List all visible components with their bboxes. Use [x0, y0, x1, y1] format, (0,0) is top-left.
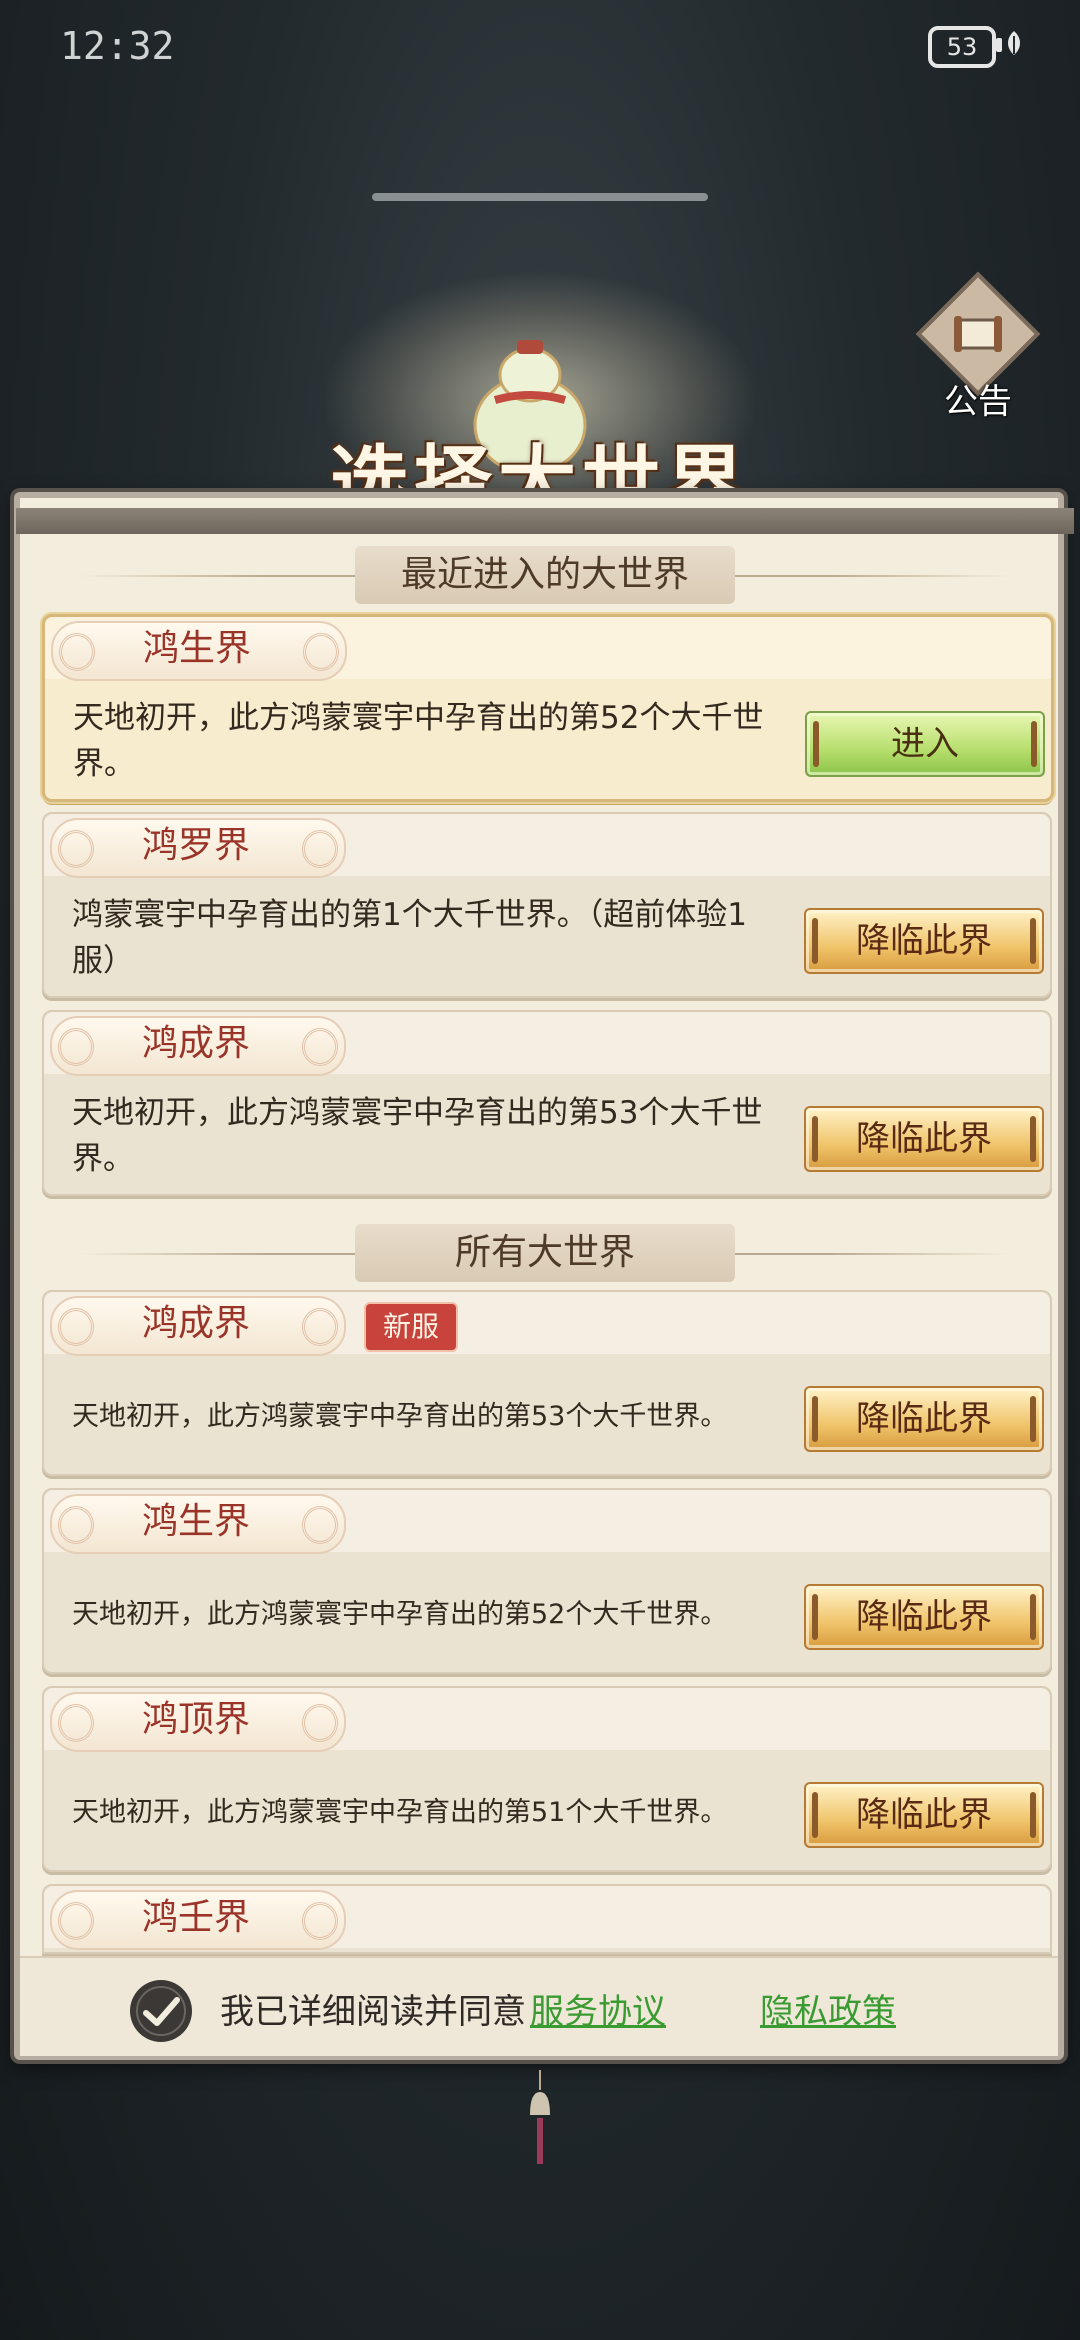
battery-tip	[996, 38, 1002, 52]
battery-icon: 53	[928, 26, 996, 68]
bell-ornament-icon	[530, 2070, 550, 2164]
status-time: 12:32	[60, 24, 175, 68]
agreement-bar: 我已详细阅读并同意 服务协议 隐私政策	[20, 1956, 1058, 2056]
enter-button[interactable]: 进入	[805, 711, 1045, 777]
leaf-icon	[1008, 31, 1020, 55]
world-card-all-3[interactable]: 鸿顶界 天地初开，此方鸿蒙寰宇中孕育出的第51个大千世界。 降临此界	[42, 1686, 1052, 1872]
privacy-policy-link[interactable]: 隐私政策	[760, 1984, 896, 2033]
pull-handle[interactable]	[372, 193, 708, 201]
descend-button[interactable]: 降临此界	[804, 1584, 1044, 1650]
recent-section-title: 最近进入的大世界	[400, 554, 689, 595]
new-server-badge: 新服	[364, 1302, 458, 1352]
world-name: 鸿成界	[141, 1303, 250, 1344]
notice-button[interactable]: 公告	[915, 271, 1041, 422]
agreement-text: 我已详细阅读并同意	[220, 1992, 526, 2032]
world-name: 鸿壬界	[141, 1897, 250, 1938]
world-card-recent-1[interactable]: 鸿生界 天地初开，此方鸿蒙寰宇中孕育出的第52个大千世界。 进入	[42, 614, 1054, 802]
descend-button[interactable]: 降临此界	[804, 1386, 1044, 1452]
world-name: 鸿生界	[141, 1501, 250, 1542]
world-desc: 天地初开，此方鸿蒙寰宇中孕育出的第53个大千世界。	[72, 1095, 763, 1177]
scroll-icon	[954, 316, 1002, 352]
world-desc: 天地初开，此方鸿蒙寰宇中孕育出的第53个大千世界。	[72, 1401, 728, 1432]
descend-button[interactable]: 降临此界	[804, 1106, 1044, 1172]
world-desc: 天地初开，此方鸿蒙寰宇中孕育出的第52个大千世界。	[72, 1599, 728, 1630]
descend-button[interactable]: 降临此界	[804, 1782, 1044, 1848]
world-card-all-2[interactable]: 鸿生界 天地初开，此方鸿蒙寰宇中孕育出的第52个大千世界。 降临此界	[42, 1488, 1052, 1674]
world-card-all-4[interactable]: 鸿壬界	[42, 1884, 1052, 1954]
recent-section-header: 最近进入的大世界	[80, 546, 1010, 606]
world-name: 鸿罗界	[141, 825, 250, 866]
all-section-header: 所有大世界	[80, 1224, 1010, 1284]
world-desc: 天地初开，此方鸿蒙寰宇中孕育出的第52个大千世界。	[73, 700, 764, 782]
service-agreement-link[interactable]: 服务协议	[530, 1984, 666, 2033]
world-name: 鸿成界	[141, 1023, 250, 1064]
all-section-title: 所有大世界	[454, 1232, 635, 1273]
check-icon[interactable]	[130, 1980, 192, 2042]
descend-button[interactable]: 降临此界	[804, 908, 1044, 974]
world-desc: 天地初开，此方鸿蒙寰宇中孕育出的第51个大千世界。	[72, 1797, 728, 1828]
world-select-panel: 最近进入的大世界 鸿生界 天地初开，此方鸿蒙寰宇中孕育出的第52个大千世界。 进…	[14, 492, 1074, 2060]
world-card-recent-2[interactable]: 鸿罗界 鸿蒙寰宇中孕育出的第1个大千世界。（超前体验1服） 降临此界	[42, 812, 1052, 998]
notice-label: 公告	[944, 382, 1012, 422]
world-name: 鸿顶界	[141, 1699, 250, 1740]
world-card-recent-3[interactable]: 鸿成界 天地初开，此方鸿蒙寰宇中孕育出的第53个大千世界。 降临此界	[42, 1010, 1052, 1196]
panel-rail	[16, 508, 1074, 534]
world-card-all-1[interactable]: 鸿成界 新服 天地初开，此方鸿蒙寰宇中孕育出的第53个大千世界。 降临此界	[42, 1290, 1052, 1476]
world-name: 鸿生界	[142, 628, 251, 669]
world-desc: 鸿蒙寰宇中孕育出的第1个大千世界。（超前体验1服）	[72, 897, 747, 979]
status-bar: 12:32 53	[0, 0, 1080, 100]
